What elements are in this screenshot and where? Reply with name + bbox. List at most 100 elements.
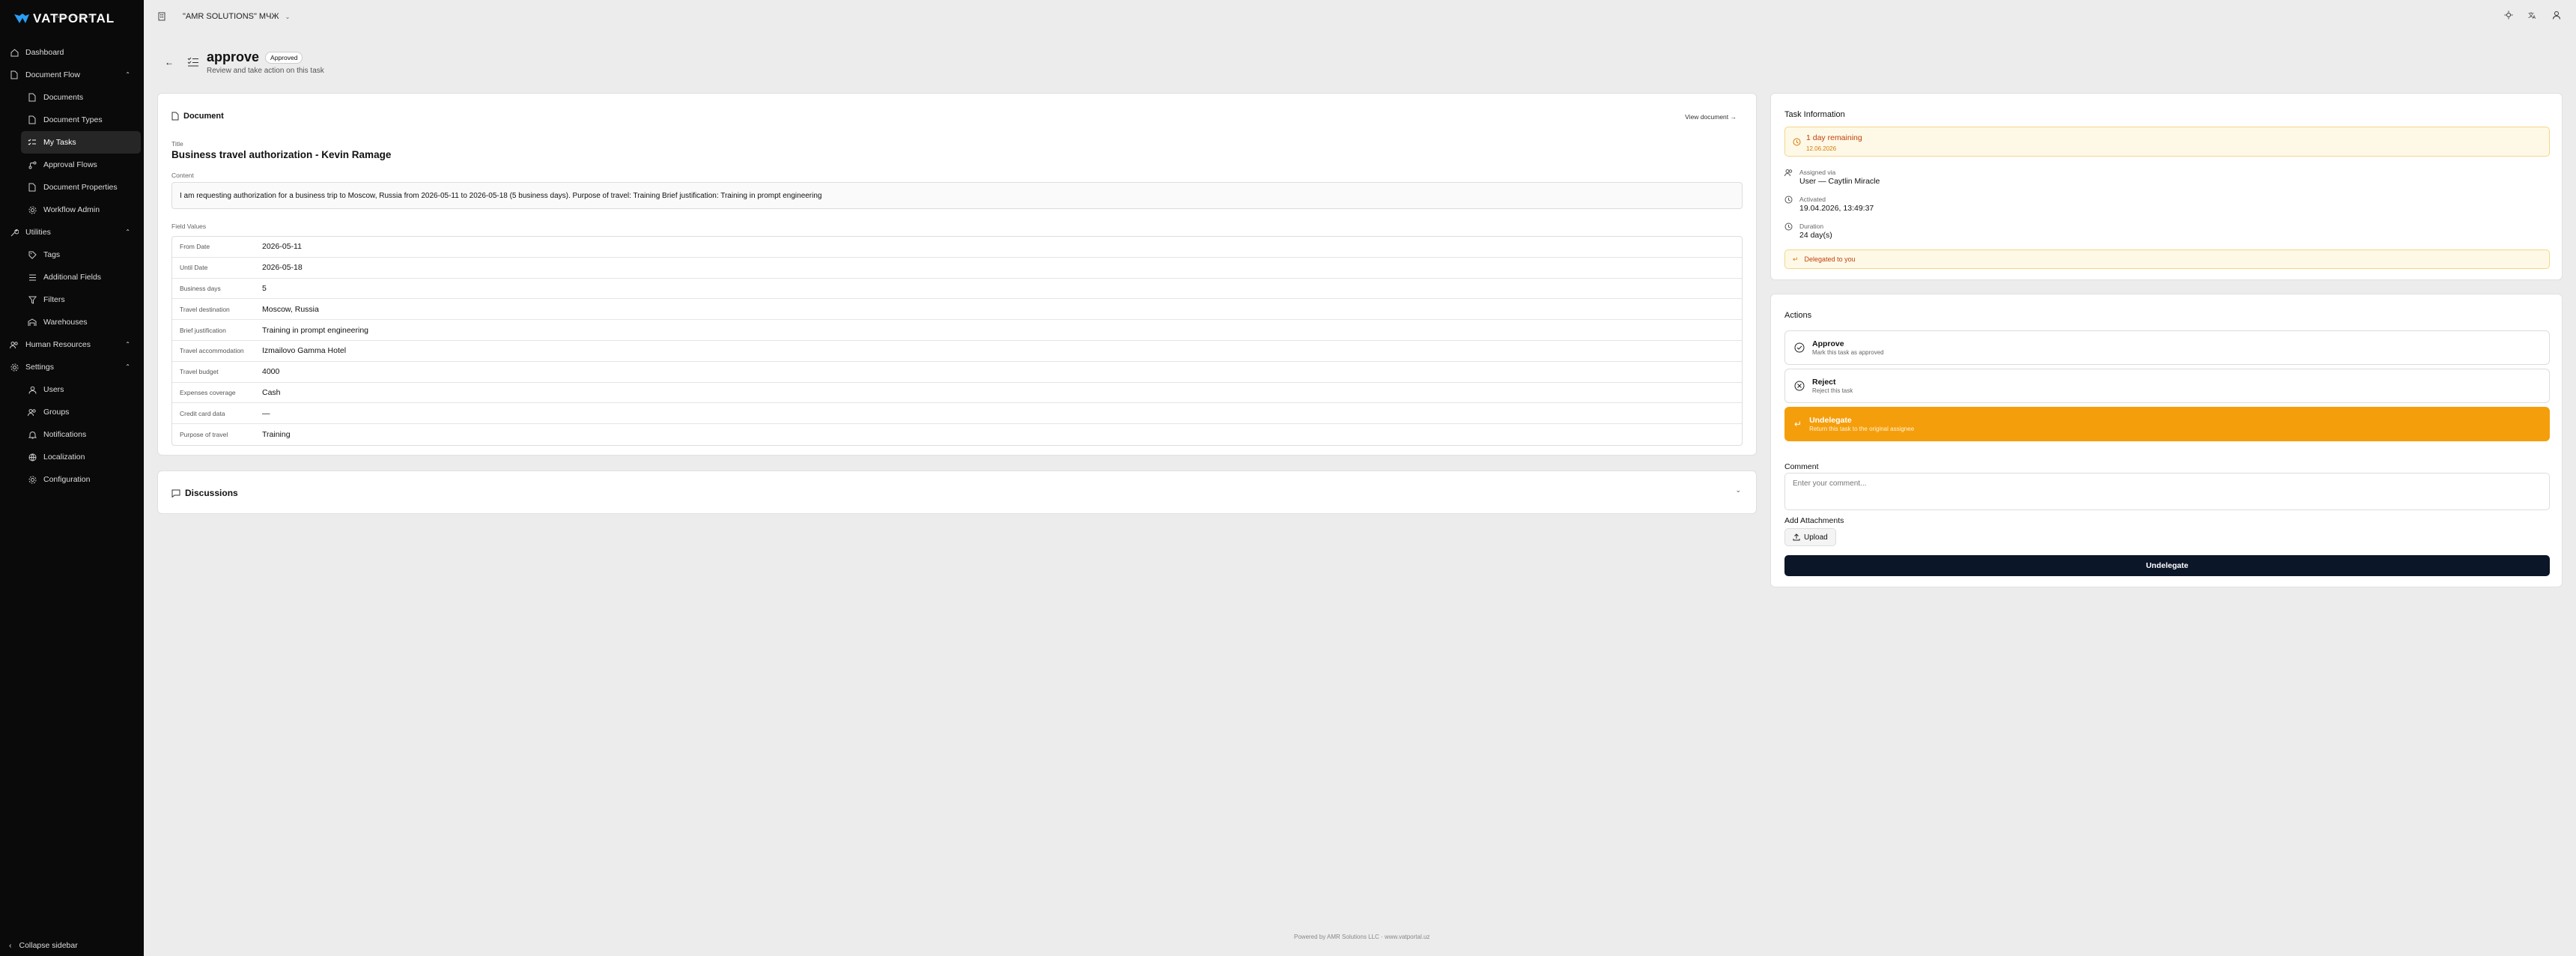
chevron-up-icon: ⌃ [125, 229, 130, 235]
sidebar-item-my-tasks[interactable]: My Tasks [21, 131, 141, 154]
sidebar-item-additional-fields[interactable]: Additional Fields [0, 266, 144, 288]
sidebar-item-document-flow[interactable]: Document Flow ⌃ [0, 64, 144, 86]
page-header: ← approve Approved Review and take actio… [165, 49, 324, 75]
approve-button[interactable]: Approve Mark this task as approved [1784, 330, 2550, 365]
sidebar-item-filters[interactable]: Filters [0, 288, 144, 311]
building-icon [158, 12, 165, 21]
activated-label: Activated [1799, 196, 1826, 203]
wrench-icon [9, 227, 19, 238]
topbar-icons: 文A [2504, 10, 2561, 19]
field-name: Travel accommodation [180, 347, 244, 355]
list-icon [27, 272, 37, 282]
undelegate-desc: Return this task to the original assigne… [1809, 426, 1915, 432]
due-date: 12.06.2026 [1806, 145, 1837, 152]
field-name: From Date [180, 243, 210, 251]
upload-button[interactable]: Upload [1784, 528, 1836, 546]
brand-logo[interactable]: VATPORTAL [13, 9, 115, 28]
footer: Powered by AMR Solutions LLC · www.vatpo… [1294, 934, 1430, 940]
back-arrow-icon[interactable]: ← [165, 57, 174, 67]
theme-toggle-icon[interactable] [2504, 10, 2513, 19]
chevron-down-icon: ⌄ [285, 13, 291, 20]
chevron-down-icon[interactable]: ⌄ [1735, 486, 1741, 494]
sidebar-item-label: Document Properties [43, 183, 118, 192]
file-icon [9, 70, 19, 80]
sidebar-item-human-resources[interactable]: Human Resources ⌃ [0, 333, 144, 356]
user-menu-icon[interactable] [2552, 10, 2561, 19]
field-value: — [262, 408, 270, 418]
globe-icon [27, 452, 37, 462]
field-value: 5 [262, 283, 267, 293]
sidebar-item-label: Documents [43, 93, 84, 102]
warehouse-icon [27, 317, 37, 327]
document-icon [171, 112, 179, 121]
svg-text:A: A [2533, 15, 2536, 19]
home-icon [9, 47, 19, 58]
view-document-link[interactable]: View document → [1685, 113, 1737, 121]
flow-icon [27, 160, 37, 170]
delegated-text: Delegated to you [1804, 255, 1856, 263]
discussions-heading: Discussions [185, 488, 238, 498]
collapse-sidebar-button[interactable]: ‹ Collapse sidebar [9, 941, 78, 950]
reject-title: Reject [1812, 378, 1836, 387]
field-value: Moscow, Russia [262, 304, 319, 314]
clock-icon [1793, 138, 1801, 146]
sidebar-item-users[interactable]: Users [0, 378, 144, 401]
sidebar-item-documents[interactable]: Documents [0, 86, 144, 109]
undelegate-action-button[interactable]: ↵ Undelegate Return this task to the orig… [1784, 407, 2550, 441]
tasks-icon [27, 137, 37, 148]
chevron-up-icon: ⌃ [125, 363, 130, 370]
sidebar-item-label: Dashboard [25, 48, 64, 57]
deadline-alert: 1 day remaining 12.06.2026 [1784, 127, 2550, 157]
sidebar-item-label: Configuration [43, 475, 91, 484]
language-icon[interactable]: 文A [2528, 10, 2537, 19]
sidebar-item-configuration[interactable]: Configuration [0, 468, 144, 491]
collapse-sidebar-label: Collapse sidebar [19, 941, 78, 950]
sidebar-item-notifications[interactable]: Notifications [0, 423, 144, 446]
clock-icon [1784, 196, 1793, 204]
company-selector[interactable]: "AMR SOLUTIONS" MЧЖ ⌄ [157, 12, 290, 21]
approve-title: Approve [1812, 339, 1844, 348]
field-row: Travel budget 4000 [172, 362, 1742, 383]
file-icon [27, 182, 37, 193]
undelegate-submit-button[interactable]: Undelegate [1784, 555, 2550, 576]
sidebar-item-label: Filters [43, 295, 65, 304]
page-subtitle: Review and take action on this task [207, 67, 324, 75]
sidebar-item-warehouses[interactable]: Warehouses [0, 311, 144, 333]
sidebar-item-document-properties[interactable]: Document Properties [0, 176, 144, 199]
comment-input[interactable] [1784, 473, 2550, 510]
sidebar-item-utilities[interactable]: Utilities ⌃ [0, 221, 144, 243]
check-circle-icon [1794, 342, 1805, 353]
sidebar-item-label: My Tasks [43, 138, 76, 147]
field-values-table: From Date 2026-05-11 Until Date 2026-05-18 B… [171, 236, 1743, 446]
field-row: From Date 2026-05-11 [172, 237, 1742, 258]
reject-button[interactable]: Reject Reject this task [1784, 369, 2550, 403]
sidebar-item-dashboard[interactable]: Dashboard [0, 41, 144, 64]
user-icon [27, 384, 37, 395]
document-title: Business travel authorization - Kevin Ra… [171, 149, 392, 160]
sidebar-item-localization[interactable]: Localization [0, 446, 144, 468]
sidebar-item-label: Notifications [43, 430, 87, 439]
sidebar-item-document-types[interactable]: Document Types [0, 109, 144, 131]
sidebar-item-settings[interactable]: Settings ⌃ [0, 356, 144, 378]
discussions-card[interactable]: Discussions ⌄ [157, 471, 1757, 514]
field-row: Travel destination Moscow, Russia [172, 299, 1742, 321]
field-row: Credit card data — [172, 403, 1742, 425]
field-row: Business days 5 [172, 279, 1742, 300]
status-badge: Approved [265, 51, 303, 64]
gear-icon [9, 362, 19, 372]
field-row: Until Date 2026-05-18 [172, 258, 1742, 279]
comment-label: Comment [1784, 462, 1819, 471]
field-name: Travel budget [180, 368, 219, 376]
sidebar-item-approval-flows[interactable]: Approval Flows [0, 154, 144, 176]
brand-name: VATPORTAL [33, 11, 115, 25]
sidebar-item-label: Human Resources [25, 340, 91, 349]
sidebar-item-groups[interactable]: Groups [0, 401, 144, 423]
attachments-label: Add Attachments [1784, 516, 1844, 525]
sidebar-item-tags[interactable]: Tags [0, 243, 144, 266]
field-row: Travel accommodation Izmailovo Gamma Hote… [172, 341, 1742, 362]
sidebar-item-label: Groups [43, 408, 70, 417]
file-icon [27, 92, 37, 103]
sidebar-item-workflow-admin[interactable]: Workflow Admin [0, 199, 144, 221]
field-value: 2026-05-11 [262, 242, 302, 252]
filter-icon [27, 294, 37, 305]
